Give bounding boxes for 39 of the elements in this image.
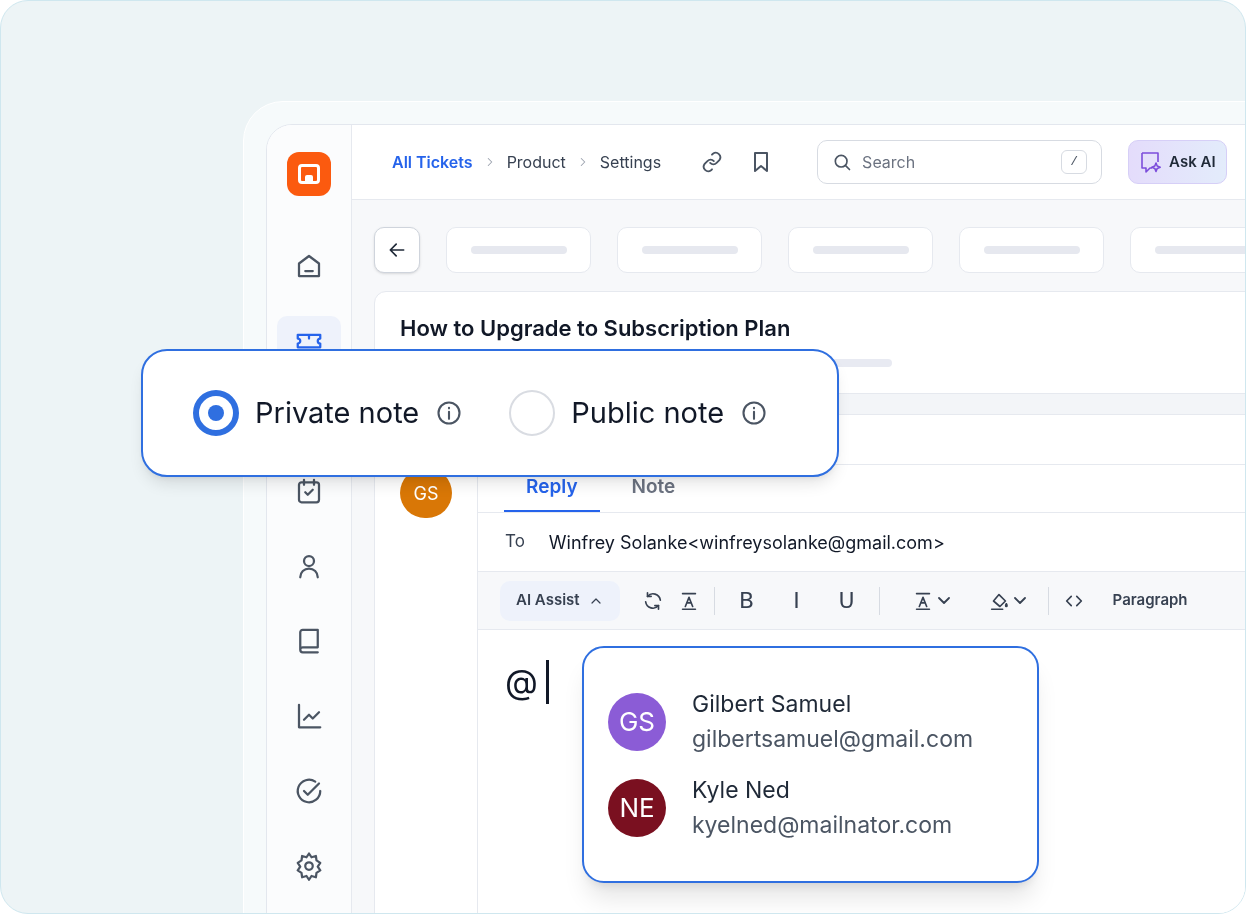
check-circle-icon [294,776,324,806]
mention-item[interactable]: GS Gilbert Samuel gilbertsamuel@gmail.com [608,692,1037,751]
caret-down-icon [937,597,950,604]
user-avatar: GS [608,692,666,751]
format-button[interactable]: B [728,584,765,617]
settings-icon [294,851,324,881]
user-email: kyelned@mailnator.com [692,813,953,837]
sparkle-chat-icon [1139,150,1164,174]
back-arrow-icon [387,240,407,260]
search-icon [832,152,853,172]
breadcrumb-link[interactable]: All Tickets [392,150,473,174]
user-name: Gilbert Samuel [692,692,853,716]
user-name: Kyle Ned [692,778,791,802]
text-cursor [545,659,549,704]
app-logo [287,152,331,196]
search-bar[interactable]: Search / [817,140,1103,184]
caret-down-icon [1013,597,1026,604]
paragraph-style-button[interactable]: Paragraph [1112,589,1188,612]
ai-assist-button[interactable]: AI Assist [500,580,620,621]
radio-label: Private note [255,394,420,433]
format-button[interactable]: U [828,584,865,617]
ask-ai-button[interactable]: Ask AI [1128,140,1227,184]
mention-item[interactable]: NE Kyle Ned kyelned@mailnator.com [608,778,1037,837]
search-field[interactable]: Search [862,150,1052,174]
tab[interactable]: Note [609,472,698,512]
breadcrumb-link[interactable]: Settings [599,150,662,174]
user-avatar: NE [608,778,666,837]
link-icon[interactable] [701,151,724,173]
recipient-field[interactable]: Winfrey Solanke<winfreysolanke@gmail.com> [548,528,945,556]
format-button[interactable]: I [778,584,815,617]
shortcut-key: / [1061,150,1088,174]
user-email: gilbertsamuel@gmail.com [692,727,974,751]
radio-button[interactable] [193,390,239,436]
back-button[interactable] [374,227,420,273]
to-label: To [505,530,525,554]
breadcrumb-link[interactable]: Product [506,150,566,174]
editor-text[interactable]: @ [505,656,538,707]
ticket-title: How to Upgrade to Subscription Plan [400,314,792,343]
radio-label: Public note [571,394,725,433]
